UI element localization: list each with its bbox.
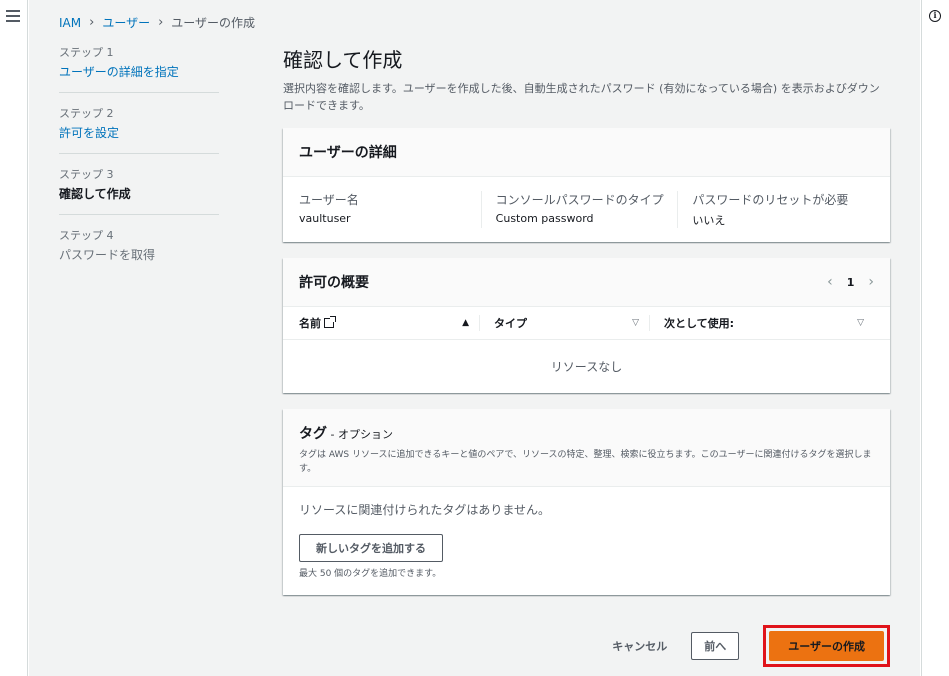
page-number[interactable]: 1 [847, 276, 855, 289]
step-1: ステップ 1 ユーザーの詳細を指定 [59, 44, 219, 93]
detail-username: ユーザー名 vaultuser [299, 191, 481, 228]
highlight-box: ユーザーの作成 [763, 625, 890, 667]
column-type[interactable]: タイプ ▽ [479, 315, 649, 331]
table-header: 名前 ▲ タイプ ▽ 次として使用: ▽ [283, 307, 890, 340]
breadcrumb: IAM › ユーザー › ユーザーの作成 [59, 14, 255, 31]
chevron-right-icon: › [89, 15, 95, 30]
sort-icon: ▽ [632, 318, 639, 328]
step-number: ステップ 4 [59, 229, 114, 242]
add-tag-button[interactable]: 新しいタグを追加する [299, 534, 443, 562]
detail-password-type: コンソールパスワードのタイプ Custom password [480, 191, 678, 228]
chevron-right-icon[interactable]: › [868, 274, 874, 290]
column-label: 名前 [299, 317, 321, 330]
chevron-right-icon: › [158, 15, 164, 30]
tags-card: タグ - オプション タグは AWS リソースに追加できるキーと値のペアで、リソ… [283, 409, 890, 595]
sort-icon: ▽ [857, 318, 864, 328]
breadcrumb-current: ユーザーの作成 [171, 16, 256, 30]
detail-label: ユーザー名 [299, 193, 359, 207]
permissions-card: 許可の概要 ‹ 1 › 名前 ▲ タイプ ▽ 次として使用: ▽ リソースなし [283, 258, 890, 393]
breadcrumb-users[interactable]: ユーザー [102, 14, 150, 31]
left-rail [0, 0, 28, 676]
content: 確認して作成 選択内容を確認します。ユーザーを作成した後、自動生成されたパスワー… [283, 44, 890, 611]
tags-title: タグ - オプション [299, 423, 874, 443]
step-number: ステップ 3 [59, 168, 114, 181]
chevron-left-icon[interactable]: ‹ [827, 274, 833, 290]
tags-title-text: タグ [299, 426, 327, 442]
step-link-details[interactable]: ユーザーの詳細を指定 [59, 63, 219, 80]
right-rail: i [921, 0, 949, 676]
tags-body: リソースに関連付けられたタグはありません。 新しいタグを追加する 最大 50 個… [283, 487, 890, 595]
column-name[interactable]: 名前 ▲ [299, 315, 479, 331]
step-4: ステップ 4 パスワードを取得 [59, 227, 219, 275]
step-number: ステップ 2 [59, 107, 114, 120]
info-icon[interactable]: i [929, 10, 941, 22]
step-link-permissions[interactable]: 許可を設定 [59, 124, 219, 141]
no-tags-message: リソースに関連付けられたタグはありません。 [299, 503, 551, 517]
card-header: 許可の概要 ‹ 1 › [283, 258, 890, 307]
step-3: ステップ 3 確認して作成 [59, 166, 219, 215]
detail-value: Custom password [495, 212, 594, 225]
card-header: ユーザーの詳細 [283, 128, 890, 177]
detail-value: vaultuser [299, 212, 351, 225]
external-link-icon [324, 316, 336, 328]
details-grid: ユーザー名 vaultuser コンソールパスワードのタイプ Custom pa… [283, 177, 890, 242]
empty-state: リソースなし [550, 360, 623, 374]
page-description: 選択内容を確認します。ユーザーを作成した後、自動生成されたパスワード (有効にな… [283, 82, 880, 112]
permissions-title: 許可の概要 [299, 275, 369, 291]
user-details-title: ユーザーの詳細 [299, 145, 397, 161]
column-label: タイプ [494, 317, 527, 330]
step-2: ステップ 2 許可を設定 [59, 105, 219, 154]
previous-button[interactable]: 前へ [691, 632, 740, 660]
create-user-button[interactable]: ユーザーの作成 [769, 631, 884, 661]
tag-limit-note: 最大 50 個のタグを追加できます。 [299, 569, 442, 579]
tags-description: タグは AWS リソースに追加できるキーと値のペアで、リソースの特定、整理、検索… [299, 450, 872, 474]
step-current-review: 確認して作成 [59, 187, 131, 201]
user-details-card: ユーザーの詳細 ユーザー名 vaultuser コンソールパスワードのタイプ C… [283, 128, 890, 242]
step-number: ステップ 1 [59, 46, 114, 59]
detail-label: コンソールパスワードのタイプ [495, 193, 664, 207]
cancel-button[interactable]: キャンセル [612, 638, 667, 654]
step-password: パスワードを取得 [59, 248, 156, 262]
tags-header: タグ - オプション タグは AWS リソースに追加できるキーと値のペアで、リソ… [283, 409, 890, 487]
main-area: IAM › ユーザー › ユーザーの作成 ステップ 1 ユーザーの詳細を指定 ス… [29, 0, 920, 676]
pagination: ‹ 1 › [827, 274, 874, 290]
breadcrumb-iam[interactable]: IAM [59, 16, 81, 30]
wizard-actions: キャンセル 前へ ユーザーの作成 [612, 625, 890, 667]
menu-icon[interactable] [6, 10, 20, 22]
detail-value: いいえ [692, 214, 726, 227]
column-label: 次として使用: [664, 317, 735, 330]
wizard-steps: ステップ 1 ユーザーの詳細を指定 ステップ 2 許可を設定 ステップ 3 確認… [59, 44, 219, 287]
column-used-as[interactable]: 次として使用: ▽ [649, 315, 874, 331]
detail-label: パスワードのリセットが必要 [692, 193, 849, 207]
sort-asc-icon: ▲ [462, 318, 469, 328]
detail-password-reset: パスワードのリセットが必要 いいえ [677, 191, 874, 228]
page-title: 確認して作成 [283, 48, 403, 72]
optional-label: - オプション [327, 428, 393, 441]
